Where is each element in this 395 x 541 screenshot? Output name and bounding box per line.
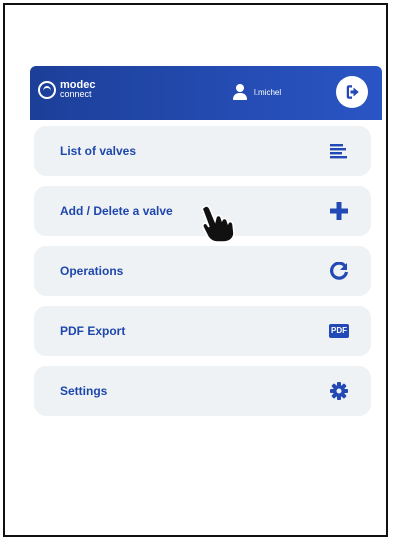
list-icon [329, 141, 349, 161]
menu-item-settings[interactable]: Settings [34, 366, 371, 416]
menu-item-operations[interactable]: Operations [34, 246, 371, 296]
pdf-icon: PDF [329, 321, 349, 341]
plus-icon [329, 201, 349, 221]
user-icon [232, 84, 248, 100]
main-menu: List of valves Add / Delete a valve Oper… [34, 126, 371, 426]
app-header: modec connect l.michel [30, 66, 382, 120]
refresh-icon [329, 261, 349, 281]
user-info: l.michel [232, 84, 281, 100]
logout-button[interactable] [336, 76, 368, 108]
gear-icon [329, 381, 349, 401]
user-name: l.michel [254, 87, 282, 97]
hand-pointer-cursor-icon [197, 203, 239, 245]
logout-icon [346, 85, 359, 99]
logo-text: modec connect [60, 80, 95, 99]
menu-item-label: Add / Delete a valve [60, 204, 173, 218]
menu-item-pdf-export[interactable]: PDF Export PDF [34, 306, 371, 356]
pdf-icon-text: PDF [329, 324, 349, 338]
modec-connect-logo: modec connect [38, 80, 95, 99]
menu-item-label: Operations [60, 264, 124, 278]
menu-item-list-of-valves[interactable]: List of valves [34, 126, 371, 176]
menu-item-label: PDF Export [60, 324, 126, 338]
menu-item-label: List of valves [60, 144, 137, 158]
menu-item-label: Settings [60, 384, 108, 398]
logo-mark-icon [38, 81, 56, 99]
logo-text-line2: connect [60, 89, 92, 99]
